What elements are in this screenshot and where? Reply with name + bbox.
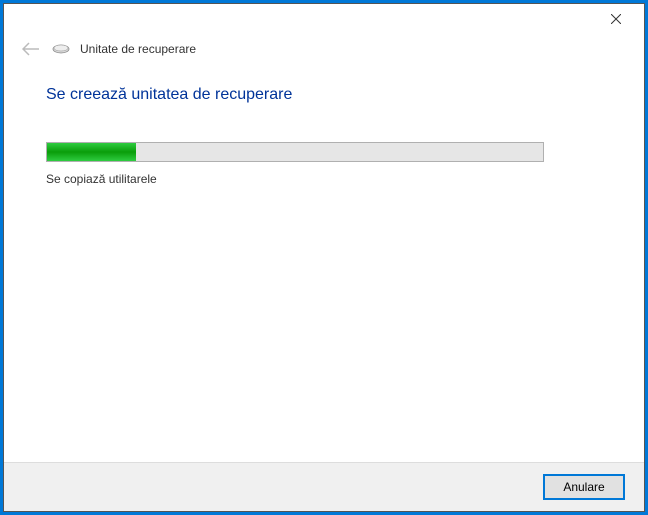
content-area: Se creează unitatea de recuperare Se cop… (4, 68, 644, 462)
drive-icon (52, 43, 70, 55)
status-text: Se copiază utilitarele (46, 172, 602, 186)
back-button (20, 40, 42, 58)
close-icon (611, 14, 621, 24)
titlebar (4, 4, 644, 34)
back-arrow-icon (22, 42, 40, 56)
progress-bar (46, 142, 544, 162)
progress-bar-fill (47, 143, 136, 161)
header-row: Unitate de recuperare (4, 34, 644, 68)
dialog-window: Unitate de recuperare Se creează unitate… (3, 3, 645, 512)
main-heading: Se creează unitatea de recuperare (46, 86, 602, 104)
window-title: Unitate de recuperare (80, 42, 196, 56)
cancel-button[interactable]: Anulare (544, 475, 624, 499)
footer: Anulare (4, 462, 644, 511)
close-button[interactable] (596, 5, 636, 33)
